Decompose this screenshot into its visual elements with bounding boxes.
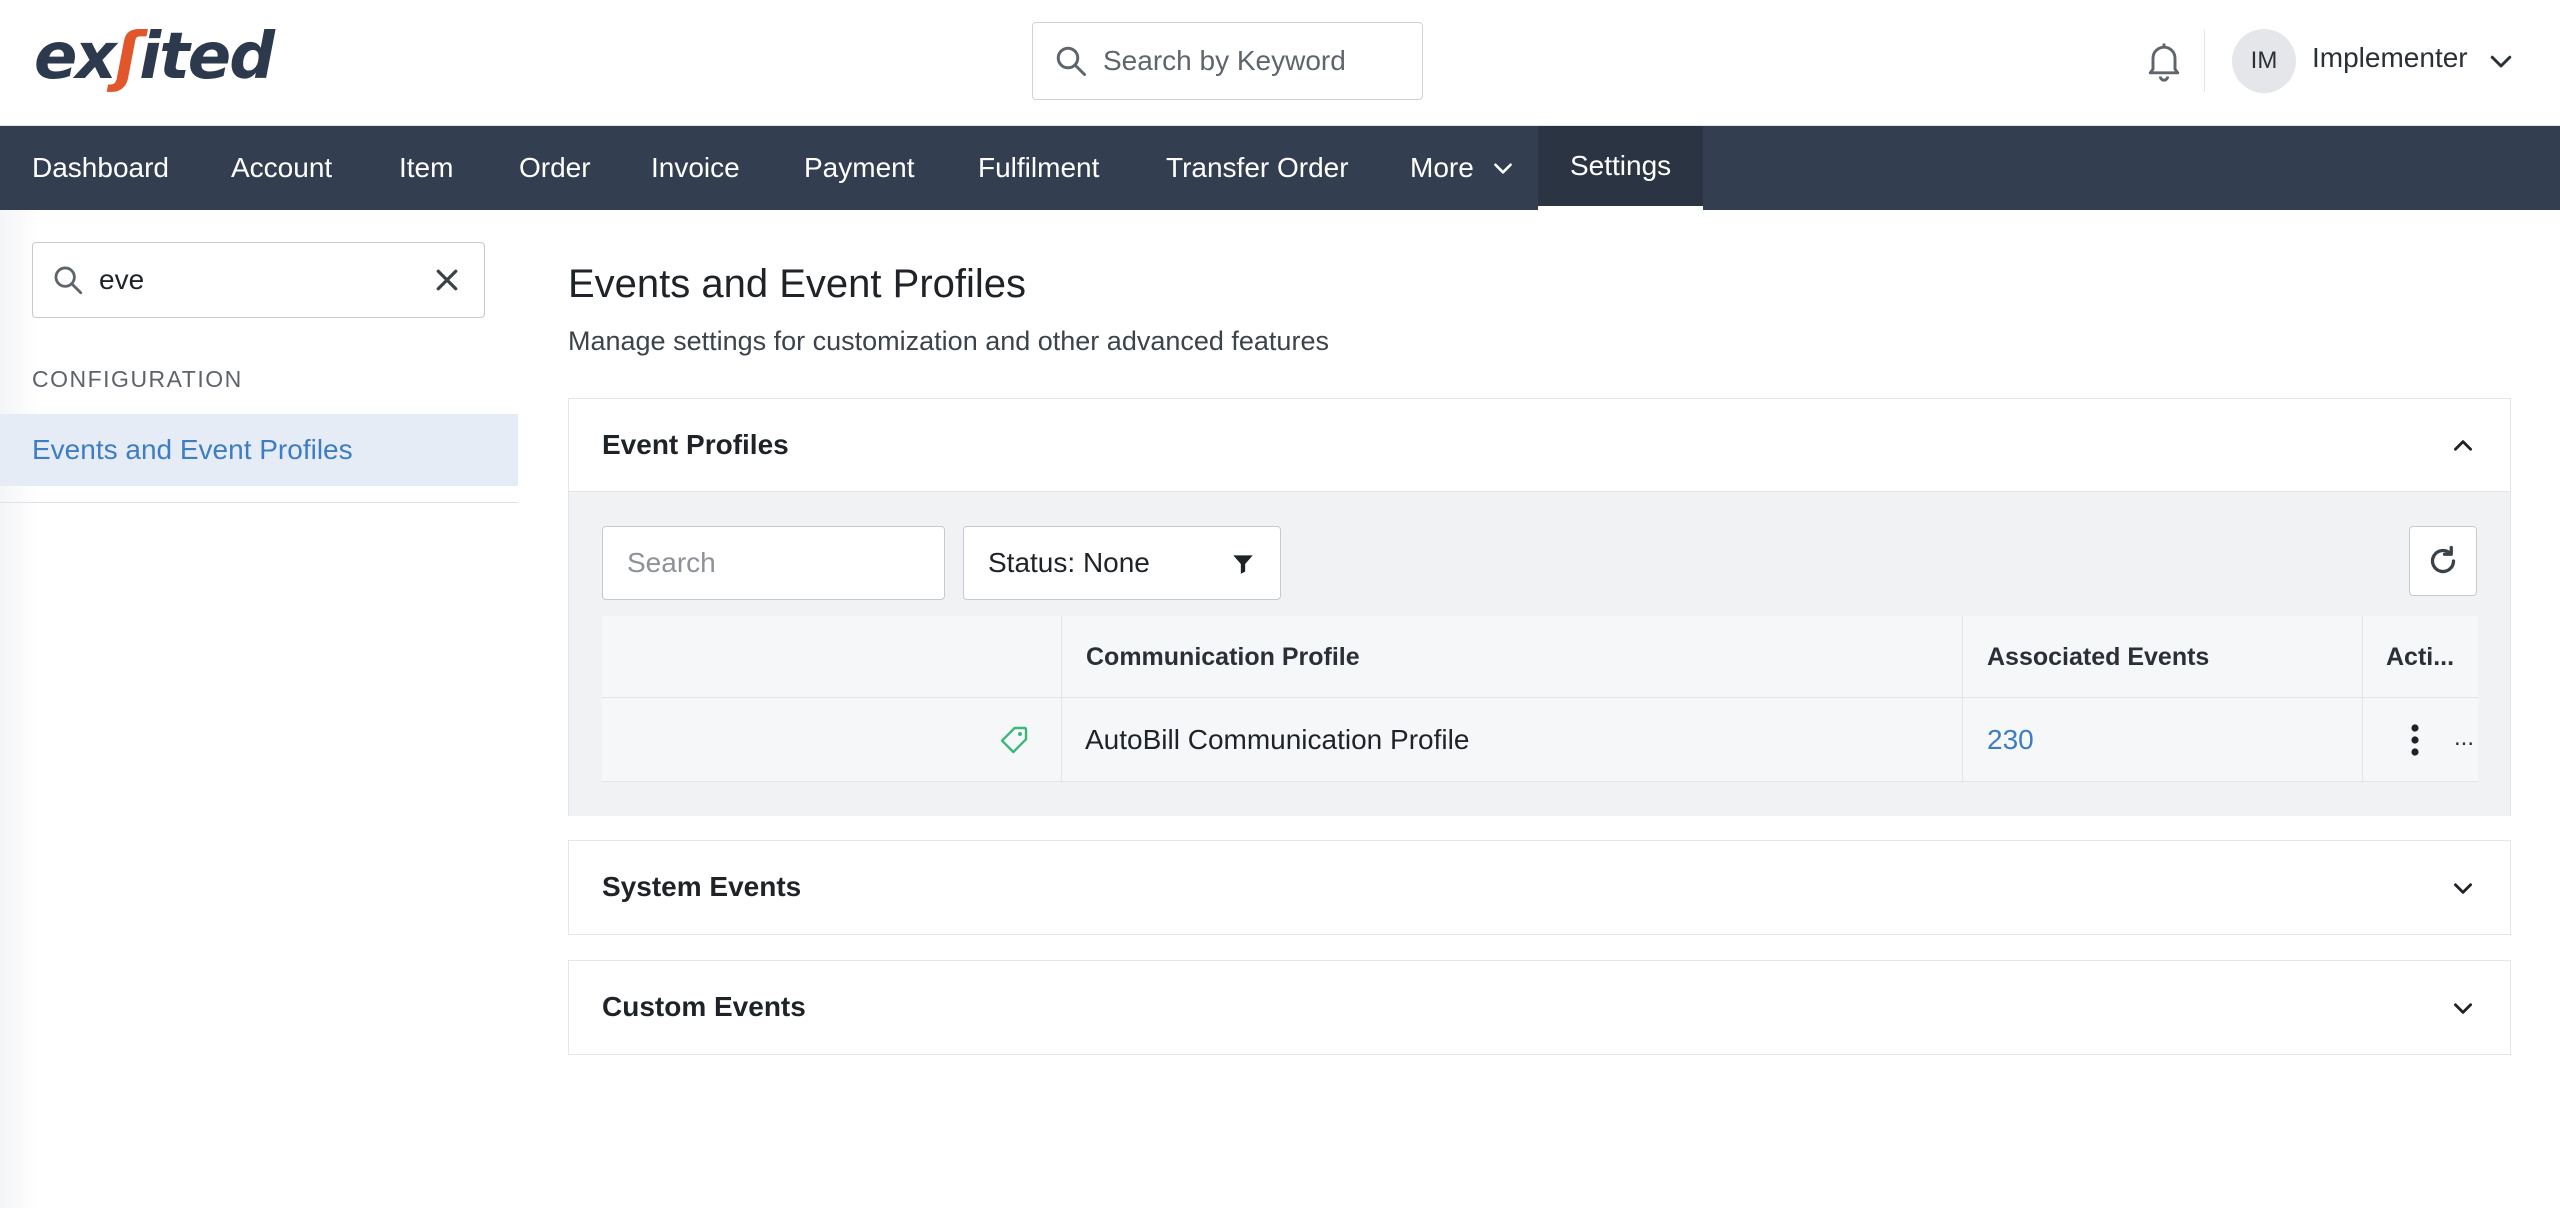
refresh-icon <box>2430 545 2456 574</box>
kebab-icon[interactable] <box>2410 722 2420 758</box>
avatar[interactable]: IM <box>2232 29 2296 93</box>
user-name[interactable]: Implementer <box>2312 42 2468 74</box>
sidebar-section-label: CONFIGURATION <box>32 366 243 392</box>
column-divider <box>1962 698 1963 781</box>
filter-icon <box>1233 555 1253 574</box>
status-filter-label: Status: None <box>988 547 1150 578</box>
sidebar-item-events-and-event-profiles[interactable]: Events and Event Profiles <box>0 414 518 486</box>
cell-associated-events-link[interactable]: 230 <box>1987 698 2034 782</box>
refresh-button[interactable] <box>2409 526 2477 596</box>
panel-title: Custom Events <box>602 991 806 1022</box>
search-icon <box>54 266 83 295</box>
actions-overflow[interactable]: ... <box>2454 724 2474 752</box>
event-profiles-panel: Event Profiles Search Status: None Commu… <box>568 398 2511 816</box>
chevron-down-icon <box>1493 163 1512 174</box>
table-search-input[interactable]: Search <box>602 526 945 600</box>
nav-dashboard[interactable]: Dashboard <box>32 126 169 210</box>
sidebar-search-box[interactable]: eve <box>32 242 485 318</box>
nav-account[interactable]: Account <box>231 126 332 210</box>
chevron-down-icon[interactable] <box>2450 995 2476 1021</box>
chevron-down-icon[interactable] <box>2486 46 2516 76</box>
column-divider <box>2362 698 2363 781</box>
event-profiles-body: Search Status: None Communication Profil… <box>569 491 2510 816</box>
cell-communication-profile: AutoBill Communication Profile <box>1085 724 1470 755</box>
table-row[interactable]: AutoBill Communication Profile 230 ... <box>602 698 2478 782</box>
nav-item[interactable]: Item <box>399 126 453 210</box>
nav-invoice[interactable]: Invoice <box>651 126 740 210</box>
sidebar-background <box>0 210 519 1208</box>
settings-sidebar: eve CONFIGURATION Events and Event Profi… <box>0 210 519 1208</box>
close-icon[interactable] <box>432 265 462 295</box>
header-divider <box>2204 30 2205 92</box>
system-events-panel[interactable]: System Events <box>568 840 2511 935</box>
system-events-header[interactable]: System Events <box>569 841 2510 933</box>
search-icon <box>1056 46 1086 76</box>
nav-more[interactable]: More <box>1410 126 1516 210</box>
top-header: exʃited IM Implementer <box>0 0 2560 126</box>
column-divider <box>2362 616 2363 697</box>
nav-payment[interactable]: Payment <box>804 126 915 210</box>
event-profiles-table: Communication Profile Associated Events … <box>602 616 2478 782</box>
sidebar-search-input[interactable]: eve <box>99 264 432 296</box>
custom-events-header[interactable]: Custom Events <box>569 961 2510 1053</box>
bell-icon[interactable] <box>2142 38 2186 82</box>
event-profiles-header[interactable]: Event Profiles <box>569 399 2510 491</box>
main-nav: Dashboard Account Item Order Invoice Pay… <box>0 126 2560 210</box>
status-filter-button[interactable]: Status: None <box>963 526 1281 600</box>
column-header-actions[interactable]: Acti... <box>2386 616 2454 698</box>
page-title: Events and Event Profiles <box>568 262 1027 306</box>
tag-icon <box>1000 726 1028 754</box>
nav-settings[interactable]: Settings <box>1538 126 1704 210</box>
page-subtitle: Manage settings for customization and ot… <box>568 326 1329 356</box>
column-divider <box>1962 616 1963 697</box>
nav-order[interactable]: Order <box>519 126 591 210</box>
panel-title: Event Profiles <box>602 429 789 460</box>
column-header-associated-events[interactable]: Associated Events <box>1987 616 2209 698</box>
sidebar-divider <box>0 502 518 503</box>
panel-title: System Events <box>602 871 802 902</box>
table-header-row: Communication Profile Associated Events … <box>602 616 2478 698</box>
column-divider <box>1061 698 1062 781</box>
nav-fulfilment[interactable]: Fulfilment <box>978 126 1099 210</box>
global-search-input[interactable] <box>1103 45 1403 77</box>
nav-transfer-order[interactable]: Transfer Order <box>1166 126 1349 210</box>
chevron-down-icon[interactable] <box>2450 875 2476 901</box>
column-header-communication-profile[interactable]: Communication Profile <box>1086 616 1360 698</box>
column-divider <box>1061 616 1062 697</box>
exsited-logo[interactable]: exʃited <box>34 22 275 92</box>
nav-more-label: More <box>1410 152 1474 183</box>
chevron-up-icon[interactable] <box>2450 433 2476 459</box>
custom-events-panel[interactable]: Custom Events <box>568 960 2511 1055</box>
global-search-box[interactable] <box>1032 22 1423 100</box>
